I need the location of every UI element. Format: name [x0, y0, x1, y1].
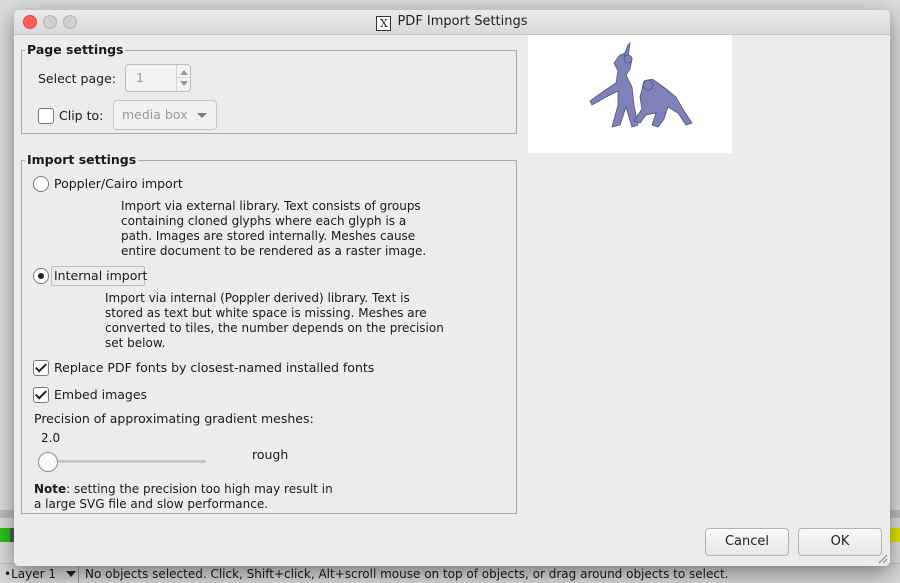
- precision-slider-handle[interactable]: [38, 452, 58, 472]
- internal-desc-line: converted to tiles, the number depends o…: [105, 321, 444, 335]
- select-page-value: 1: [136, 70, 144, 85]
- precision-quality-label: rough: [252, 447, 289, 462]
- title-bar[interactable]: X PDF Import Settings: [14, 10, 890, 35]
- spinner-arrows[interactable]: [176, 65, 190, 91]
- x11-app-icon: X: [376, 16, 392, 31]
- note-text: Note: setting the precision too high may…: [34, 482, 333, 512]
- poppler-cairo-label[interactable]: Poppler/Cairo import: [54, 176, 183, 191]
- poppler-description: Import via external library. Text consis…: [121, 199, 426, 259]
- internal-desc-line: set below.: [105, 336, 166, 350]
- clip-to-checkbox[interactable]: [38, 108, 54, 124]
- chevron-down-icon: [65, 570, 76, 577]
- replace-fonts-label[interactable]: Replace PDF fonts by closest-named insta…: [54, 360, 374, 375]
- layer-selector[interactable]: •Layer 1: [0, 564, 79, 583]
- status-bar: •Layer 1 No objects selected. Click, Shi…: [0, 563, 900, 583]
- embed-images-label[interactable]: Embed images: [54, 387, 147, 402]
- clip-to-dropdown[interactable]: media box: [113, 100, 217, 130]
- note-line-1: : setting the precision too high may res…: [66, 482, 333, 496]
- status-message: No objects selected. Click, Shift+click,…: [85, 566, 729, 581]
- poppler-desc-line: containing cloned glyphs where each glyp…: [121, 214, 407, 228]
- arrow-up-icon[interactable]: [180, 70, 188, 75]
- note-line-2: a large SVG file and slow performance.: [34, 497, 269, 511]
- dialog-title-text: PDF Import Settings: [397, 14, 528, 29]
- layer-label: •Layer 1: [4, 566, 56, 581]
- internal-desc-line: stored as text but white space is missin…: [105, 306, 427, 320]
- clip-to-label: Clip to:: [59, 108, 104, 123]
- page-settings-legend: Page settings: [25, 42, 126, 57]
- select-page-label: Select page:: [38, 71, 116, 86]
- select-page-spinner[interactable]: 1: [125, 64, 191, 92]
- ok-button[interactable]: OK: [798, 528, 882, 556]
- dialog-title: X PDF Import Settings: [14, 14, 890, 31]
- internal-import-label[interactable]: Internal import: [54, 268, 147, 283]
- import-settings-legend: Import settings: [25, 152, 139, 167]
- internal-import-radio[interactable]: [33, 268, 49, 284]
- note-bold: Note: [34, 482, 67, 496]
- pdf-preview-thumbnail: [528, 35, 732, 153]
- resize-grip-icon[interactable]: [876, 552, 888, 564]
- internal-description: Import via internal (Poppler derived) li…: [105, 291, 444, 351]
- replace-fonts-checkbox[interactable]: [33, 360, 49, 376]
- internal-desc-line: Import via internal (Poppler derived) li…: [105, 291, 410, 305]
- embed-images-checkbox[interactable]: [33, 387, 49, 403]
- arrow-down-icon[interactable]: [180, 81, 188, 86]
- poppler-desc-line: entire document to be rendered as a rast…: [121, 244, 427, 258]
- poppler-desc-line: Import via external library. Text consis…: [121, 199, 421, 213]
- poppler-desc-line: path. Images are stored internally. Mesh…: [121, 229, 416, 243]
- poppler-cairo-radio[interactable]: [33, 176, 49, 192]
- precision-value: 2.0: [41, 431, 61, 445]
- clip-to-value: media box: [122, 107, 188, 122]
- chevron-down-icon: [197, 113, 207, 118]
- preview-figures-image: [589, 41, 693, 128]
- pdf-import-dialog: X PDF Import Settings Page settings Selec…: [14, 10, 890, 566]
- precision-slider-track[interactable]: [44, 460, 206, 463]
- precision-label: Precision of approximating gradient mesh…: [34, 411, 314, 426]
- cancel-button[interactable]: Cancel: [705, 528, 789, 556]
- spinner-divider: [177, 77, 190, 78]
